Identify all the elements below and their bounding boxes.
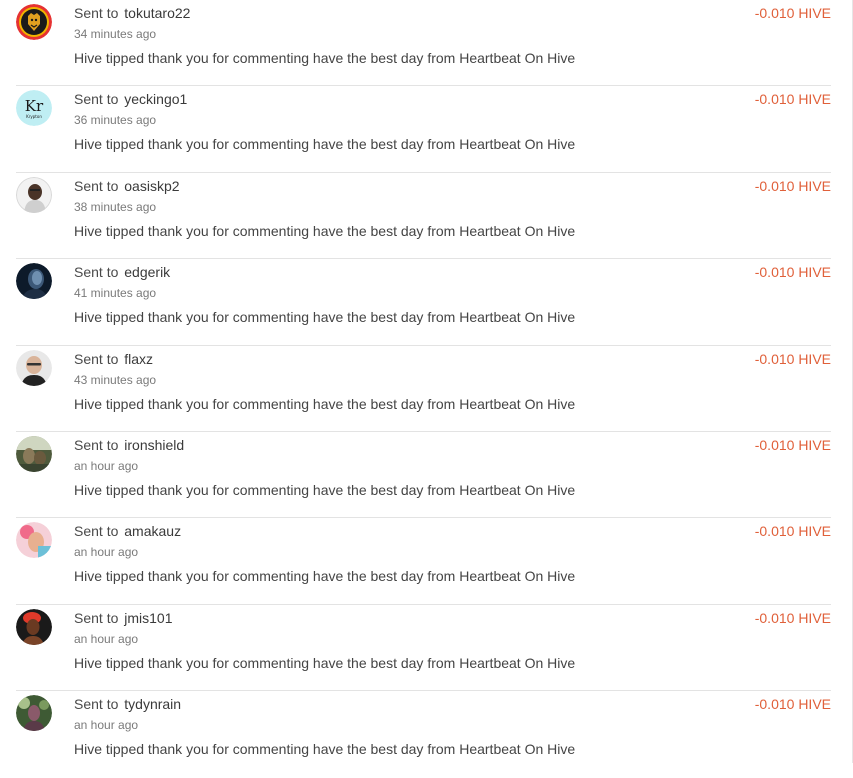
transfer-row: Kr Krypton Sent to yeckingo1 36 minutes … (16, 86, 831, 173)
timestamp: an hour ago (74, 545, 139, 560)
dark-portrait-avatar[interactable] (16, 263, 52, 300)
transfer-amount: -0.010 HIVE (754, 436, 831, 453)
timestamp: 36 minutes ago (74, 113, 157, 128)
transfer-amount: -0.010 HIVE (754, 264, 831, 281)
transfer-memo: Hive tipped thank you for commenting hav… (74, 481, 576, 498)
transfer-amount: -0.010 HIVE (754, 609, 831, 626)
bald-man-avatar[interactable] (16, 349, 52, 386)
recipient-line: Sent to tokutaro22 (74, 5, 190, 21)
timestamp: an hour ago (74, 718, 139, 733)
transfer-row: Sent to amakauz an hour ago Hive tipped … (16, 518, 831, 605)
transfer-memo: Hive tipped thank you for commenting hav… (74, 654, 576, 671)
recipient-username-link[interactable]: edgerik (124, 264, 170, 280)
transfer-amount: -0.010 HIVE (754, 523, 831, 540)
transfer-memo: Hive tipped thank you for commenting hav… (74, 395, 576, 412)
transfer-memo: Hive tipped thank you for commenting hav… (74, 741, 576, 758)
sent-prefix: Sent to (74, 91, 119, 108)
timestamp: 43 minutes ago (74, 372, 157, 387)
sent-prefix: Sent to (74, 5, 119, 21)
sent-prefix: Sent to (74, 264, 119, 281)
svg-text:Kr: Kr (25, 97, 44, 115)
recipient-line: Sent to oasiskp2 (74, 178, 180, 194)
recipient-line: Sent to flaxz (74, 351, 153, 367)
woman-red-hair-avatar[interactable] (16, 608, 52, 645)
transfer-memo: Hive tipped thank you for commenting hav… (74, 136, 576, 153)
recipient-line: Sent to yeckingo1 (74, 91, 187, 107)
transfer-amount: -0.010 HIVE (754, 696, 831, 713)
outdoor-photo-avatar[interactable] (16, 435, 52, 472)
transfer-row: Sent to jmis101 an hour ago Hive tipped … (16, 605, 831, 692)
sent-prefix: Sent to (74, 436, 119, 453)
recipient-line: Sent to amakauz (74, 523, 181, 539)
recipient-username-link[interactable]: flaxz (124, 351, 153, 367)
recipient-username-link[interactable]: tokutaro22 (124, 5, 190, 21)
kr-element-avatar[interactable]: Kr Krypton (16, 90, 52, 127)
lion-crest-avatar[interactable] (16, 4, 52, 40)
transfer-memo: Hive tipped thank you for commenting hav… (74, 309, 576, 326)
transfer-row: Sent to ironshield an hour ago Hive tipp… (16, 432, 831, 519)
pink-flower-avatar[interactable] (16, 522, 52, 559)
recipient-username-link[interactable]: ironshield (124, 437, 184, 453)
recipient-line: Sent to jmis101 (74, 610, 173, 626)
timestamp: 34 minutes ago (74, 27, 157, 41)
person-photo-avatar[interactable] (16, 176, 52, 213)
transfer-memo: Hive tipped thank you for commenting hav… (74, 568, 576, 585)
transfer-amount: -0.010 HIVE (754, 5, 831, 21)
sent-prefix: Sent to (74, 609, 119, 626)
timestamp: an hour ago (74, 631, 139, 646)
transfer-row: Sent to oasiskp2 38 minutes ago Hive tip… (16, 173, 831, 260)
recipient-line: Sent to tydynrain (74, 696, 181, 712)
svg-text:Krypton: Krypton (26, 114, 42, 119)
sent-prefix: Sent to (74, 350, 119, 367)
recipient-username-link[interactable]: jmis101 (124, 610, 172, 626)
recipient-username-link[interactable]: yeckingo1 (124, 91, 187, 107)
sent-prefix: Sent to (74, 523, 119, 540)
transfer-row: Sent to tokutaro22 34 minutes ago Hive t… (16, 0, 831, 87)
forest-portrait-avatar[interactable] (16, 695, 52, 732)
sent-prefix: Sent to (74, 696, 119, 713)
transfer-memo: Hive tipped thank you for commenting hav… (74, 50, 576, 66)
transfer-row: Sent to flaxz 43 minutes ago Hive tipped… (16, 346, 831, 432)
transfer-row: Sent to edgerik 41 minutes ago Hive tipp… (16, 259, 831, 346)
timestamp: 41 minutes ago (74, 286, 157, 301)
timestamp: an hour ago (74, 458, 139, 473)
transfer-history-list: Sent to tokutaro22 34 minutes ago Hive t… (16, 0, 831, 778)
transfer-amount: -0.010 HIVE (754, 350, 831, 367)
recipient-line: Sent to edgerik (74, 264, 170, 280)
transfer-amount: -0.010 HIVE (754, 91, 831, 108)
recipient-line: Sent to ironshield (74, 437, 184, 453)
recipient-username-link[interactable]: tydynrain (124, 696, 181, 712)
timestamp: 38 minutes ago (74, 199, 157, 214)
recipient-username-link[interactable]: oasiskp2 (124, 178, 179, 194)
transfer-row: Sent to tydynrain an hour ago Hive tippe… (16, 691, 831, 777)
transfer-amount: -0.010 HIVE (754, 177, 831, 194)
recipient-username-link[interactable]: amakauz (124, 523, 181, 539)
sent-prefix: Sent to (74, 177, 119, 194)
transfer-memo: Hive tipped thank you for commenting hav… (74, 222, 576, 239)
